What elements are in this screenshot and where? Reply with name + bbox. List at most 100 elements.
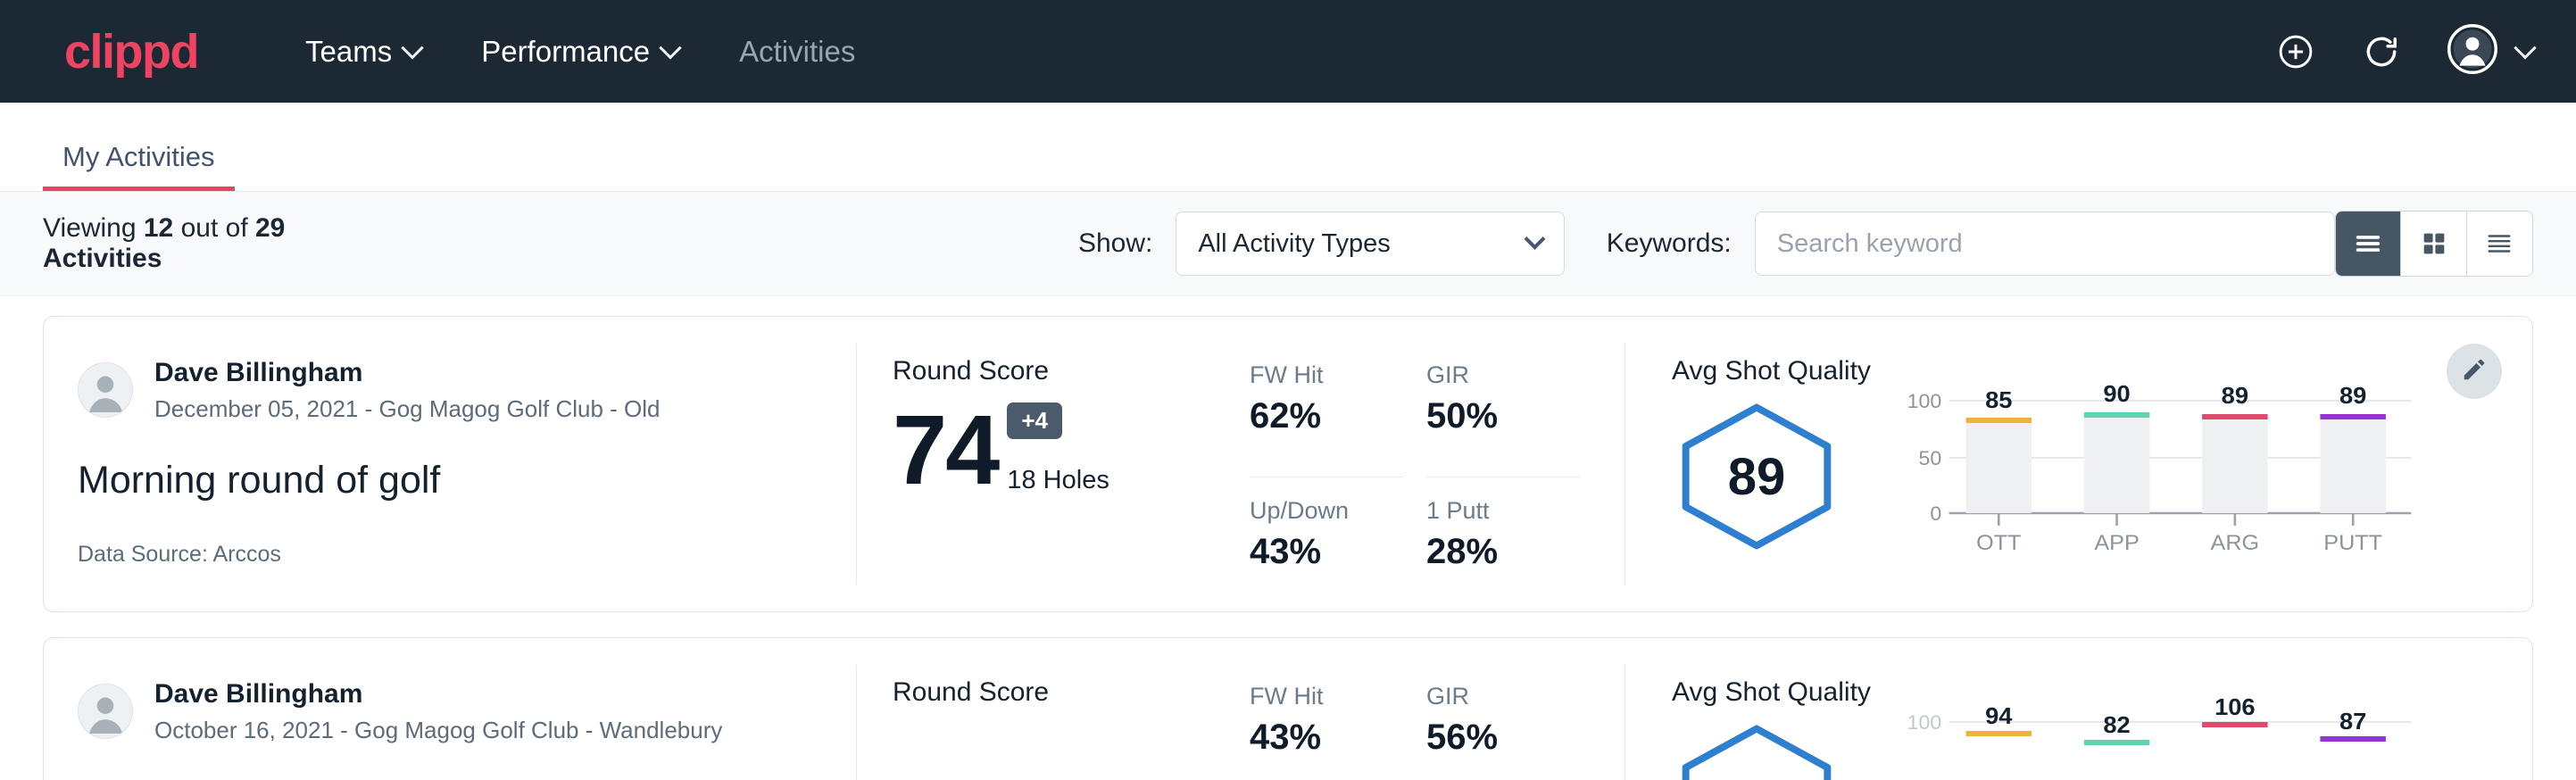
stat-1-putt: 1 Putt 28% xyxy=(1426,497,1580,612)
shot-quality-label: Avg Shot Quality xyxy=(1672,677,1895,708)
activity-summary: Dave Billingham December 05, 2021 - Gog … xyxy=(44,317,856,611)
nav-item-performance-label: Performance xyxy=(481,35,650,69)
refresh-icon[interactable] xyxy=(2362,32,2401,71)
round-score-label: Round Score xyxy=(893,677,1250,708)
author-name: Dave Billingham xyxy=(154,356,661,390)
activity-title: Morning round of golf xyxy=(78,459,856,502)
avatar xyxy=(78,684,133,739)
tab-strip: My Activities xyxy=(0,103,2576,192)
round-score-value: 74 xyxy=(893,405,998,495)
viewing-prefix: Viewing xyxy=(43,213,137,243)
chevron-down-icon xyxy=(659,37,681,59)
stat-value: 56% xyxy=(1426,718,1580,758)
svg-text:0: 0 xyxy=(1930,502,1941,524)
stat-value: 50% xyxy=(1426,396,1580,436)
edit-activity-button[interactable] xyxy=(2447,344,2502,399)
shot-quality-bar-chart: 100 94 82 106 87 xyxy=(1900,693,2425,780)
activity-meta: December 05, 2021 - Gog Magog Golf Club … xyxy=(154,394,661,425)
author-name: Dave Billingham xyxy=(154,677,722,711)
svg-text:ARG: ARG xyxy=(2211,532,2260,555)
activity-data-source: Data Source: Arccos xyxy=(78,542,856,568)
activity-card[interactable]: Dave Billingham December 05, 2021 - Gog … xyxy=(43,316,2533,612)
stat-label: 1 Putt xyxy=(1426,497,1580,525)
top-bar-actions xyxy=(2276,24,2533,79)
clippd-logo[interactable]: clippd xyxy=(64,28,198,76)
activity-card-list: Dave Billingham December 05, 2021 - Gog … xyxy=(0,296,2576,780)
svg-text:100: 100 xyxy=(1907,390,1942,411)
shot-quality-block: Avg Shot Quality 100 94 82 106 xyxy=(1625,638,2532,780)
svg-text:100: 100 xyxy=(1907,711,1942,733)
main-nav: Teams Performance Activities xyxy=(305,35,2276,69)
stat-fw-hit: FW Hit 43% xyxy=(1250,683,1403,780)
stat-gir: GIR 56% xyxy=(1426,683,1580,780)
svg-text:94: 94 xyxy=(1985,703,2013,729)
avatar-icon xyxy=(2447,24,2497,79)
view-toggle-grid[interactable] xyxy=(2401,212,2466,276)
tab-my-activities[interactable]: My Activities xyxy=(43,141,235,191)
stat-label: FW Hit xyxy=(1250,361,1403,389)
svg-text:85: 85 xyxy=(1985,387,2013,413)
pencil-icon xyxy=(2461,356,2488,387)
svg-text:82: 82 xyxy=(2103,712,2130,738)
shot-quality-bar-chart: 100 50 0 85 OTT 90 APP 89 xyxy=(1900,372,2425,555)
shot-quality-label: Avg Shot Quality xyxy=(1672,356,1895,386)
search-input-placeholder: Search keyword xyxy=(1777,229,1963,259)
activity-stat-grid: FW Hit 62% GIR 50% Up/Down 43% 1 Putt 28… xyxy=(1250,356,1580,611)
activity-stat-grid: FW Hit 43% GIR 56% xyxy=(1250,677,1580,780)
nav-item-teams[interactable]: Teams xyxy=(305,35,420,69)
stat-label: GIR xyxy=(1426,683,1580,710)
activity-card[interactable]: Dave Billingham October 16, 2021 - Gog M… xyxy=(43,637,2533,780)
svg-text:PUTT: PUTT xyxy=(2323,532,2382,555)
shot-quality-chart: 100 94 82 106 87 xyxy=(1895,677,2532,780)
view-toggle-list[interactable] xyxy=(2336,212,2401,276)
stat-value: 28% xyxy=(1426,532,1580,572)
stat-value: 43% xyxy=(1250,532,1403,572)
stat-label: Up/Down xyxy=(1250,497,1403,525)
stat-label: GIR xyxy=(1426,361,1580,389)
viewing-count-text: Viewing 12 out of 29 Activities xyxy=(43,213,398,274)
keywords-label: Keywords: xyxy=(1607,228,1732,259)
svg-text:89: 89 xyxy=(2339,383,2366,409)
holes-label: 18 Holes xyxy=(1007,466,1109,495)
score-delta-badge: +4 xyxy=(1007,402,1062,439)
user-menu[interactable] xyxy=(2447,24,2533,79)
viewing-middle: out of xyxy=(181,213,248,243)
round-score-block: Round Score xyxy=(893,677,1250,780)
tab-my-activities-label: My Activities xyxy=(62,141,215,172)
shot-quality-hexagon xyxy=(1672,722,1841,780)
top-navigation-bar: clippd Teams Performance Activities xyxy=(0,0,2576,103)
view-toggle-group xyxy=(2335,211,2533,277)
svg-text:87: 87 xyxy=(2339,709,2366,734)
stat-fw-hit: FW Hit 62% xyxy=(1250,361,1403,477)
svg-text:APP: APP xyxy=(2094,532,2139,555)
viewing-count: 12 xyxy=(144,213,173,243)
nav-item-teams-label: Teams xyxy=(305,35,392,69)
nav-item-activities[interactable]: Activities xyxy=(739,35,855,69)
svg-text:OTT: OTT xyxy=(1976,532,2021,555)
activity-summary: Dave Billingham October 16, 2021 - Gog M… xyxy=(44,638,856,780)
activity-scores: Round Score 74 +4 18 Holes FW Hit 62% GI… xyxy=(857,317,1625,611)
filter-toolbar: Viewing 12 out of 29 Activities Show: Al… xyxy=(0,192,2576,296)
activity-type-value: All Activity Types xyxy=(1198,229,1390,259)
plus-circle-icon[interactable] xyxy=(2276,32,2315,71)
nav-item-performance[interactable]: Performance xyxy=(481,35,678,69)
stat-value: 43% xyxy=(1250,718,1403,758)
chevron-down-icon xyxy=(1525,228,1546,249)
view-toggle-compact[interactable] xyxy=(2467,212,2532,276)
activity-type-select[interactable]: All Activity Types xyxy=(1176,212,1565,276)
activity-scores: Round Score FW Hit 43% GIR 56% xyxy=(857,638,1625,780)
shot-quality-value: 89 xyxy=(1672,401,1841,552)
show-label: Show: xyxy=(1078,228,1152,259)
activity-author: Dave Billingham October 16, 2021 - Gog M… xyxy=(78,677,856,746)
activity-meta: October 16, 2021 - Gog Magog Golf Club -… xyxy=(154,715,722,746)
search-input[interactable]: Search keyword xyxy=(1755,212,2335,276)
round-score-block: Round Score 74 +4 18 Holes xyxy=(893,356,1250,611)
stat-gir: GIR 50% xyxy=(1426,361,1580,477)
svg-text:90: 90 xyxy=(2103,381,2130,407)
stat-up-down: Up/Down 43% xyxy=(1250,497,1403,612)
activity-author: Dave Billingham December 05, 2021 - Gog … xyxy=(78,356,856,425)
shot-quality-chart: 100 50 0 85 OTT 90 APP 89 xyxy=(1895,356,2532,611)
stat-value: 62% xyxy=(1250,396,1403,436)
svg-text:89: 89 xyxy=(2222,383,2248,409)
chevron-down-icon xyxy=(2514,37,2536,59)
